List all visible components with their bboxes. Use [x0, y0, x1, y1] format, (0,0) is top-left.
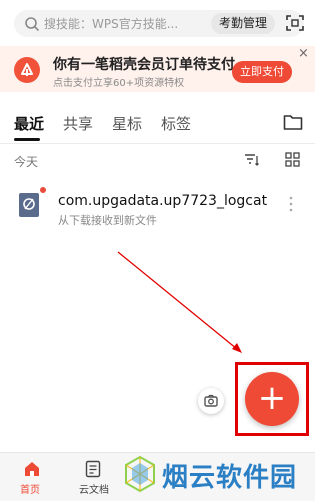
grid-view-icon[interactable] [285, 152, 300, 167]
cloud-docs-icon[interactable] [85, 460, 101, 478]
nav-cloud-docs-label[interactable]: 云文档 [79, 481, 109, 496]
docer-logo-icon [14, 57, 40, 83]
tab-recent[interactable]: 最近 [14, 113, 44, 134]
promo-title: 你有一笔稻壳会员订单待支付 [53, 57, 235, 73]
promo-subtitle: 点击支付立享60+项资源特权 [53, 78, 185, 89]
search-placeholder: 搜技能：WPS官方技能... [44, 17, 179, 31]
home-icon[interactable] [23, 460, 41, 478]
file-type-icon [19, 193, 39, 217]
search-bar[interactable]: 搜技能：WPS官方技能... 考勤管理 [14, 10, 304, 37]
search-skill-tag[interactable]: 考勤管理 [211, 13, 276, 34]
promo-banner[interactable]: 你有一笔稻壳会员订单待支付 点击支付立享60+项资源特权 立即支付 × [0, 46, 315, 92]
new-file-dot [40, 187, 46, 193]
camera-button[interactable] [198, 388, 224, 414]
filter-icon[interactable] [244, 153, 260, 167]
watermark-logo-icon [125, 455, 155, 493]
pay-now-button[interactable]: 立即支付 [232, 61, 292, 83]
search-icon [25, 16, 39, 31]
highlight-box [235, 362, 309, 436]
file-name: com.upgadata.up7723_logcat [58, 193, 268, 209]
divider [0, 143, 315, 144]
folder-icon[interactable] [283, 113, 303, 131]
tab-tags[interactable]: 标签 [161, 113, 191, 134]
section-today: 今天 [14, 155, 39, 169]
tab-starred[interactable]: 星标 [112, 113, 142, 134]
scan-icon[interactable] [286, 14, 304, 32]
active-tab-indicator [14, 138, 40, 141]
tab-shared[interactable]: 共享 [63, 113, 93, 134]
file-source: 从下载接收到新文件 [58, 214, 157, 227]
more-options-icon[interactable] [289, 196, 293, 212]
watermark-text: 烟云软件园 [162, 463, 298, 493]
close-icon[interactable]: × [298, 46, 309, 61]
camera-icon [204, 394, 218, 407]
nav-home-label[interactable]: 首页 [20, 481, 40, 496]
